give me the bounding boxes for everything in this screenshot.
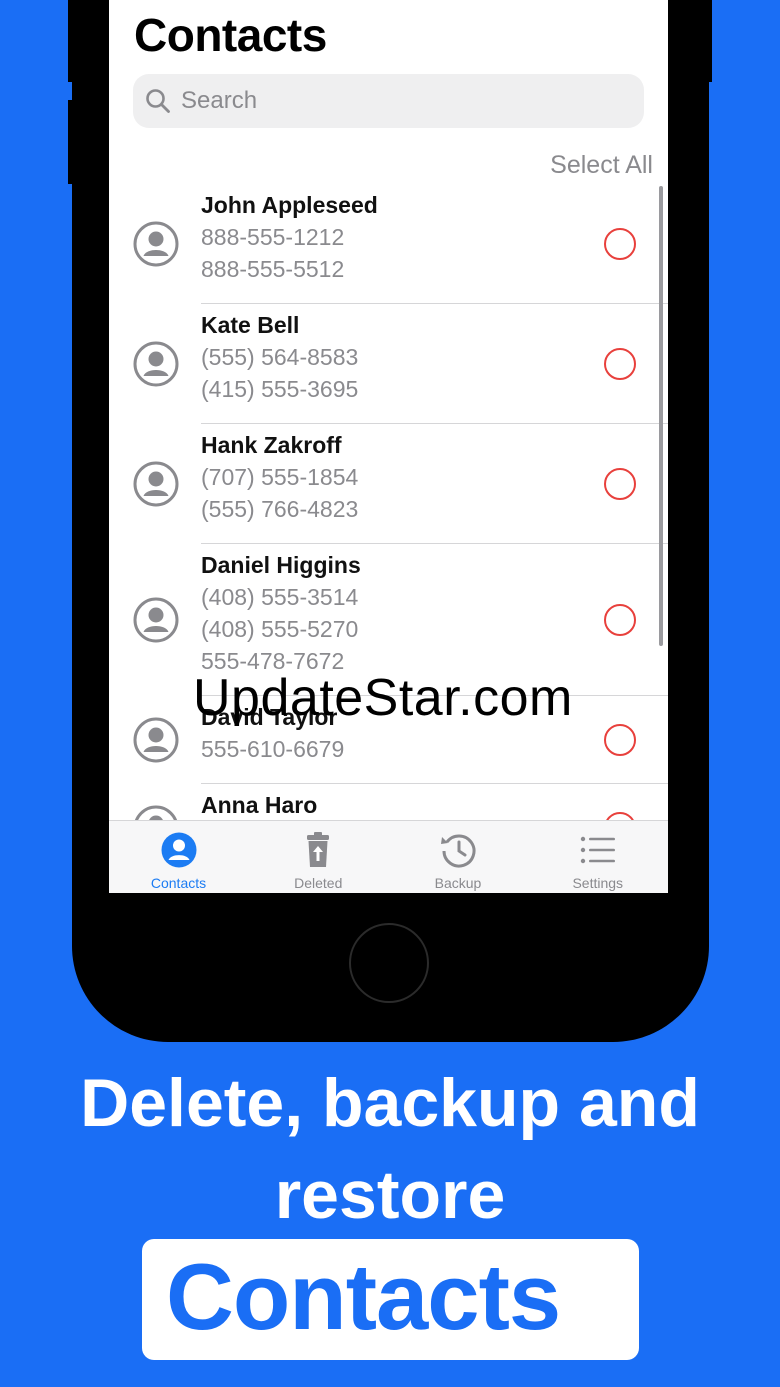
promo-headline: Delete, backup and restore	[0, 1057, 780, 1241]
search-bar[interactable]: Search	[133, 74, 644, 128]
person-avatar-icon	[133, 717, 179, 768]
select-checkbox[interactable]	[604, 724, 636, 756]
select-checkbox[interactable]	[604, 348, 636, 380]
tab-bar: Contacts Deleted Backup Settings	[109, 820, 668, 893]
tab-label: Backup	[434, 875, 482, 891]
contact-phone: (408) 555-5270	[201, 616, 359, 642]
app-screen: Contacts Search Select All John Applesee…	[109, 0, 668, 893]
phone-side-button	[68, 0, 74, 82]
phone-side-button	[706, 0, 712, 82]
contact-name: Anna Haro	[201, 792, 318, 818]
scrollbar[interactable]	[659, 186, 663, 646]
contact-phone: (408) 555-3514	[201, 584, 359, 610]
promo-headline-line2: restore	[274, 1157, 506, 1233]
tab-settings[interactable]: Settings	[528, 821, 667, 893]
contact-phone: 888-555-1212	[201, 224, 345, 250]
contact-info: Kate Bell (555) 564-8583 (415) 555-3695	[201, 309, 358, 405]
contact-phone: (707) 555-1854	[201, 464, 359, 490]
person-avatar-icon	[133, 221, 179, 272]
contact-row[interactable]: John Appleseed 888-555-1212 888-555-5512	[109, 184, 668, 304]
search-icon	[145, 88, 171, 119]
promo-badge: Contacts	[142, 1239, 639, 1360]
contact-phone: (555) 766-4823	[201, 496, 359, 522]
contact-phone: 555-610-6679	[201, 736, 345, 762]
promo-badge-text: Contacts	[166, 1244, 561, 1349]
contact-info: Anna Haro555-522-8243	[201, 789, 344, 820]
contact-row[interactable]: Hank Zakroff (707) 555-1854 (555) 766-4823	[109, 424, 668, 544]
contact-phone: 888-555-5512	[201, 256, 345, 282]
person-avatar-icon	[133, 341, 179, 392]
tab-label: Contacts	[150, 875, 207, 891]
person-avatar-icon	[133, 597, 179, 648]
phone-side-button	[68, 100, 74, 184]
contact-name: Hank Zakroff	[201, 432, 342, 458]
select-checkbox[interactable]	[604, 812, 636, 820]
person-avatar-icon	[133, 461, 179, 512]
person-avatar-icon	[133, 805, 179, 820]
home-button[interactable]	[349, 923, 429, 1003]
contact-phone: (555) 564-8583	[201, 344, 359, 370]
contact-info: Hank Zakroff (707) 555-1854 (555) 766-4823	[201, 429, 358, 525]
tab-contacts[interactable]: Contacts	[109, 821, 248, 893]
contact-phone: (415) 555-3695	[201, 376, 359, 402]
contact-name: John Appleseed	[201, 192, 378, 218]
tab-backup[interactable]: Backup	[389, 821, 528, 893]
page-title: Contacts	[134, 9, 327, 61]
select-checkbox[interactable]	[604, 468, 636, 500]
watermark: UpdateStar.com	[193, 669, 573, 727]
select-checkbox[interactable]	[604, 604, 636, 636]
contact-info: Daniel Higgins (408) 555-3514 (408) 555-52…	[201, 549, 361, 677]
tab-deleted[interactable]: Deleted	[249, 821, 388, 893]
select-all-button[interactable]: Select All	[550, 151, 653, 180]
tab-label: Settings	[572, 875, 624, 891]
select-checkbox[interactable]	[604, 228, 636, 260]
contact-info: John Appleseed 888-555-1212 888-555-5512	[201, 189, 378, 285]
contact-name: Kate Bell	[201, 312, 300, 338]
promo-headline-line1: Delete, backup and	[80, 1065, 700, 1141]
contact-row[interactable]: Anna Haro555-522-8243	[109, 784, 668, 820]
contact-name: Daniel Higgins	[201, 552, 361, 578]
contact-row[interactable]: Kate Bell (555) 564-8583 (415) 555-3695	[109, 304, 668, 424]
tab-label: Deleted	[294, 875, 343, 891]
search-input[interactable]: Search	[181, 87, 257, 115]
